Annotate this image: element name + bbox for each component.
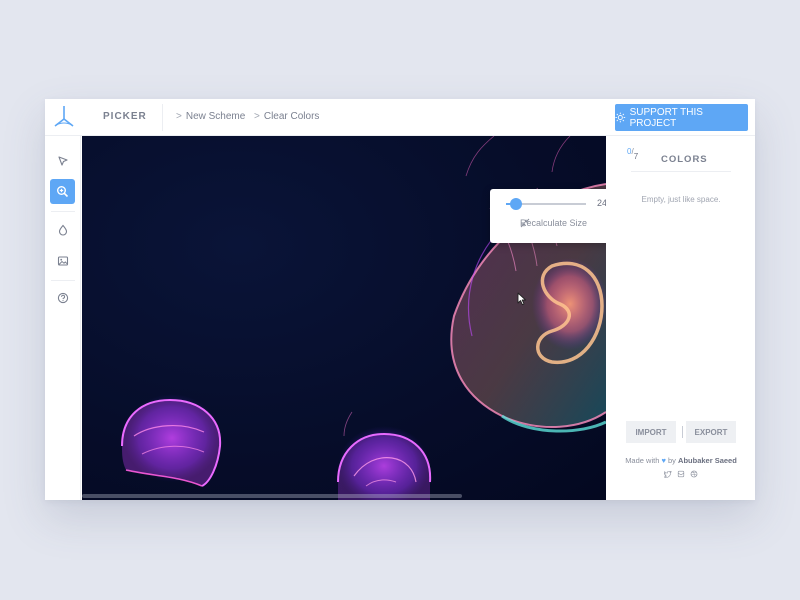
codepen-icon[interactable] bbox=[677, 470, 685, 478]
zoom-popover: 24% Recalculate Size bbox=[490, 189, 606, 243]
social-links bbox=[607, 470, 755, 478]
empty-state-message: Empty, just like space. bbox=[641, 195, 721, 204]
zoom-percentage: 24% bbox=[597, 198, 606, 208]
credit-prefix: Made with bbox=[625, 456, 660, 465]
chevron-right-icon: > bbox=[176, 111, 182, 122]
toolbar-divider bbox=[51, 280, 75, 281]
support-project-button[interactable]: SUPPORT THIS PROJECT bbox=[615, 104, 748, 131]
color-drop-tool[interactable] bbox=[50, 217, 75, 242]
dribbble-icon[interactable] bbox=[690, 470, 698, 478]
drop-icon bbox=[58, 224, 67, 236]
color-count: 0/7 bbox=[627, 147, 638, 161]
author-link[interactable]: Abubaker Saeed bbox=[678, 456, 737, 465]
image-canvas[interactable]: 24% Recalculate Size bbox=[82, 136, 606, 500]
image-icon bbox=[57, 255, 68, 266]
export-button[interactable]: EXPORT bbox=[686, 421, 736, 443]
tool-sidebar bbox=[45, 136, 81, 500]
image-tool[interactable] bbox=[50, 248, 75, 273]
mouse-pointer-icon bbox=[517, 292, 527, 306]
cursor-icon bbox=[57, 155, 68, 166]
help-icon bbox=[57, 292, 68, 303]
header-divider bbox=[162, 104, 163, 131]
import-button[interactable]: IMPORT bbox=[626, 421, 676, 443]
logo-icon bbox=[54, 106, 74, 127]
toolbar-divider bbox=[51, 211, 75, 212]
button-separator bbox=[682, 426, 683, 438]
zoom-in-icon bbox=[57, 186, 69, 198]
section-title: PICKER bbox=[103, 111, 147, 122]
twitter-icon[interactable] bbox=[664, 470, 672, 478]
new-scheme-link[interactable]: > New Scheme bbox=[176, 111, 245, 122]
sun-icon bbox=[615, 112, 626, 123]
clear-colors-label: Clear Colors bbox=[263, 111, 320, 122]
recalculate-label: Recalculate Size bbox=[520, 218, 588, 228]
heart-icon: ♥ bbox=[661, 456, 666, 465]
support-label: SUPPORT THIS PROJECT bbox=[629, 106, 703, 129]
colors-panel: 0/7 COLORS Empty, just like space. IMPOR… bbox=[607, 136, 755, 500]
zoom-slider-handle[interactable] bbox=[509, 198, 522, 210]
colors-divider bbox=[631, 171, 731, 172]
canvas-scrollbar[interactable] bbox=[82, 494, 462, 498]
app-window: PICKER > New Scheme > Clear Colors SUPPORT… bbox=[45, 99, 755, 500]
shrink-arrows-icon bbox=[520, 218, 530, 228]
color-count-max: 7 bbox=[633, 152, 639, 161]
clear-colors-link[interactable]: > Clear Colors bbox=[254, 111, 319, 122]
help-tool[interactable] bbox=[50, 285, 75, 310]
credit-by: by bbox=[668, 456, 676, 465]
new-scheme-label: New Scheme bbox=[185, 111, 246, 122]
colors-heading: COLORS bbox=[661, 154, 708, 165]
credit-line: Made with ♥ by Abubaker Saeed bbox=[607, 456, 755, 465]
top-bar: PICKER > New Scheme > Clear Colors SUPPORT… bbox=[45, 99, 755, 136]
recalculate-size-button[interactable]: Recalculate Size bbox=[520, 218, 587, 228]
chevron-right-icon: > bbox=[254, 111, 260, 122]
select-tool[interactable] bbox=[50, 148, 75, 173]
zoom-tool[interactable] bbox=[50, 179, 75, 204]
